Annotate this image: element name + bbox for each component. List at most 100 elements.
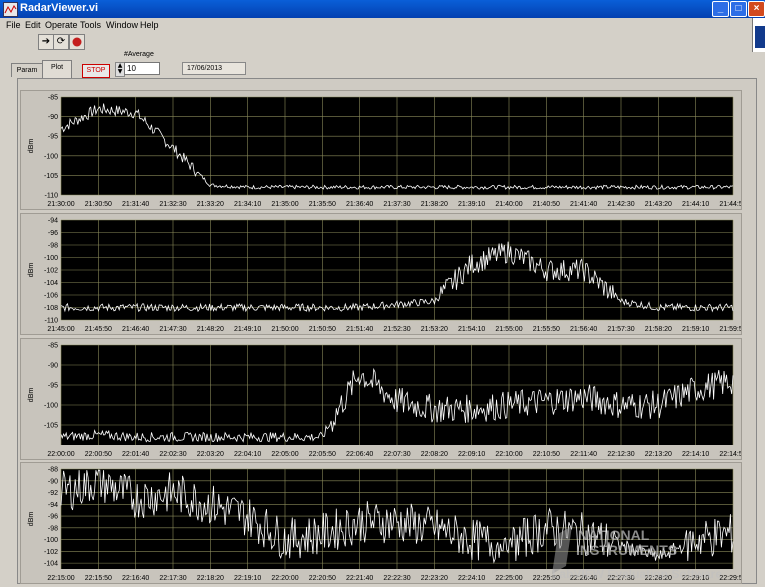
x-tick-label: 21:49:10 <box>234 326 261 333</box>
y-tick-label: -90 <box>48 363 58 370</box>
average-label: #Average <box>124 51 154 58</box>
x-tick-label: 21:45:00 <box>47 326 74 333</box>
x-tick-label: 21:39:10 <box>458 201 485 208</box>
menu-edit[interactable]: Edit <box>25 20 41 30</box>
toolbar: ➔ ⟳ <box>0 32 765 52</box>
tab-plot[interactable]: Plot <box>42 60 72 78</box>
y-tick-label: -106 <box>44 293 58 300</box>
y-tick-label: -102 <box>44 549 58 556</box>
chart-3: -85 -90 -95 -100 -105 22:00:00 22:00:50 22:01:4… <box>20 338 747 460</box>
x-tick-label: 21:42:30 <box>607 201 634 208</box>
menu-help[interactable]: Help <box>140 20 159 30</box>
x-tick-label: 21:47:30 <box>159 326 186 333</box>
labview-vi-icon[interactable] <box>3 2 18 17</box>
y-tick-label: -94 <box>48 218 58 225</box>
vi-icon-pane <box>752 18 765 52</box>
y-tick-label: -105 <box>44 423 58 430</box>
x-tick-label: 21:51:40 <box>346 326 373 333</box>
chart-2: -94 -96 -98 -100 -102 -104 -106 -108 -110 21:45:0… <box>20 213 747 335</box>
x-tick-label: 21:30:50 <box>85 201 112 208</box>
x-tick-label: 21:52:30 <box>383 326 410 333</box>
menu-bar: File Edit Operate Tools Window Help <box>0 18 765 32</box>
x-tick-label: 21:45:50 <box>85 326 112 333</box>
x-tick-label: 22:10:50 <box>533 451 560 458</box>
x-tick-label: 21:38:20 <box>421 201 448 208</box>
y-tick-label: -110 <box>45 318 59 325</box>
close-icon[interactable]: × <box>748 1 765 17</box>
x-tick-label: 21:53:20 <box>421 326 448 333</box>
x-tick-label: 21:46:40 <box>122 326 149 333</box>
x-tick-label: 22:08:20 <box>421 451 448 458</box>
minimize-icon[interactable]: _ <box>712 1 729 17</box>
x-tick-label: 22:05:00 <box>271 451 298 458</box>
maximize-icon[interactable]: □ <box>730 1 747 17</box>
x-tick-label: 22:13:20 <box>645 451 672 458</box>
tab-param[interactable]: Param <box>11 63 43 77</box>
x-tick-label: 21:33:20 <box>197 201 224 208</box>
x-tick-label: 22:16:40 <box>122 575 149 582</box>
x-tick-label: 21:43:20 <box>645 201 672 208</box>
y-tick-label: -95 <box>48 383 58 390</box>
x-tick-label: 22:00:50 <box>85 451 112 458</box>
x-tick-label: 22:15:50 <box>85 575 112 582</box>
x-tick-label: 22:02:30 <box>159 451 186 458</box>
x-tick-label: 21:30:00 <box>47 201 74 208</box>
x-tick-label: 21:41:40 <box>570 201 597 208</box>
y-tick-label: -96 <box>48 514 58 521</box>
menu-operate[interactable]: Operate <box>45 20 78 30</box>
x-tick-label: 21:59:59 <box>719 326 741 333</box>
y-axis-label: dBm <box>28 512 35 527</box>
y-tick-label: -85 <box>48 343 58 350</box>
y-tick-label: -98 <box>48 525 58 532</box>
stop-button[interactable]: STOP <box>82 64 110 78</box>
date-display: 17/06/2013 <box>182 62 246 75</box>
x-tick-label: 22:04:10 <box>234 451 261 458</box>
watermark-national: NATIONAL <box>578 527 650 543</box>
y-tick-label: -110 <box>45 193 59 200</box>
x-tick-label: 21:57:30 <box>607 326 634 333</box>
y-axis-label: dBm <box>28 263 35 278</box>
x-tick-label: 21:31:40 <box>122 201 149 208</box>
x-tick-label: 22:15:00 <box>47 575 74 582</box>
x-tick-label: 21:58:20 <box>645 326 672 333</box>
x-tick-label: 22:11:40 <box>570 451 597 458</box>
chart-1: -85 -90 -95 -100 -105 -110 21:30:00 21:30:50 21:… <box>20 90 747 210</box>
menu-tools[interactable]: Tools <box>80 20 101 30</box>
x-tick-label: 22:17:30 <box>159 575 186 582</box>
y-tick-label: -104 <box>44 280 58 287</box>
x-tick-label: 22:20:00 <box>271 575 298 582</box>
x-tick-label: 22:06:40 <box>346 451 373 458</box>
x-tick-label: 21:56:40 <box>570 326 597 333</box>
x-tick-label: 22:23:20 <box>421 575 448 582</box>
abort-execution-icon[interactable] <box>69 34 85 50</box>
x-tick-label: 21:35:00 <box>271 201 298 208</box>
run-continuously-icon[interactable]: ⟳ <box>53 34 69 50</box>
x-tick-label: 21:50:00 <box>271 326 298 333</box>
x-tick-label: 22:19:10 <box>234 575 261 582</box>
x-tick-label: 21:35:50 <box>309 201 336 208</box>
y-tick-label: -108 <box>44 305 58 312</box>
average-input[interactable]: 10 <box>124 62 160 75</box>
y-tick-label: -96 <box>48 230 58 237</box>
x-tick-label: 22:00:00 <box>47 451 74 458</box>
menu-window[interactable]: Window <box>106 20 138 30</box>
menu-file[interactable]: File <box>6 20 21 30</box>
y-tick-label: -94 <box>48 502 58 509</box>
y-tick-label: -90 <box>48 478 58 485</box>
x-tick-label: 22:09:10 <box>458 451 485 458</box>
x-tick-label: 21:55:00 <box>495 326 522 333</box>
x-tick-label: 21:50:50 <box>309 326 336 333</box>
x-tick-label: 22:10:00 <box>495 451 522 458</box>
ni-watermark: NATIONAL INSTRUMENTS LabVIEW Evaluation … <box>552 526 722 581</box>
x-tick-label: 22:14:10 <box>682 451 709 458</box>
y-axis-label: dBm <box>28 139 35 154</box>
x-tick-label: 22:18:20 <box>197 575 224 582</box>
x-tick-label: 21:32:30 <box>159 201 186 208</box>
run-arrow-icon[interactable]: ➔ <box>38 34 54 50</box>
y-axis-label: dBm <box>28 388 35 403</box>
x-tick-label: 22:05:50 <box>309 451 336 458</box>
x-tick-label: 21:44:10 <box>682 201 709 208</box>
x-tick-label: 22:25:00 <box>495 575 522 582</box>
y-tick-label: -95 <box>48 134 58 141</box>
x-tick-label: 22:22:30 <box>383 575 410 582</box>
